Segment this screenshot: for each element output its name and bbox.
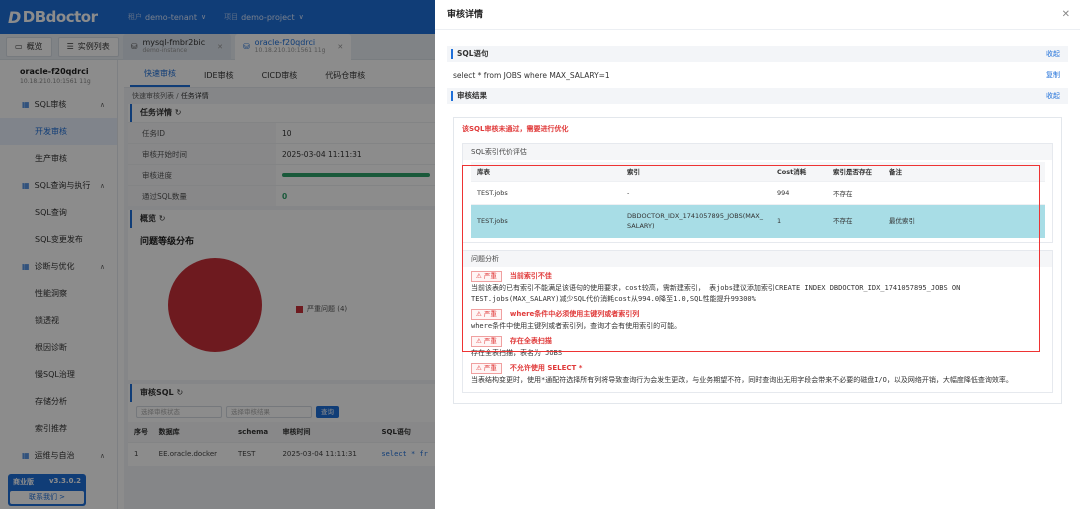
sql-section-header: SQL语句 收起	[447, 46, 1068, 62]
cell-note: 最优索引	[883, 203, 1045, 238]
cell-cost: 994	[771, 180, 827, 204]
section-title: 审核结果	[451, 91, 487, 101]
severity-tag: ⚠ 严重	[471, 336, 502, 347]
table-row-highlighted: TEST.jobs DBDOCTOR_IDX_1741057895_JOBS(M…	[471, 203, 1045, 238]
cell-table: TEST.jobs	[471, 180, 621, 204]
col-header: 备注	[883, 162, 1045, 181]
collapse-link[interactable]: 收起	[1046, 49, 1060, 59]
issue-item: ⚠ 严重 当前索引不佳 当前该表的已有索引不能满足该语句的使用要求，cost较高，…	[463, 267, 1052, 305]
issue-title: 当前索引不佳	[509, 272, 552, 280]
issue-desc: where条件中使用主键列或者索引列，查询才会有使用索引的可能。	[471, 322, 682, 330]
issue-title: where条件中必须使用主键列或者索引列	[509, 310, 640, 318]
sql-statement-row: select * from JOBS where MAX_SALARY=1 复制	[447, 62, 1068, 88]
fail-message: 该SQL审核未通过，需要进行优化	[462, 125, 569, 133]
issue-desc: 当前该表的已有索引不能满足该语句的使用要求，cost较高，需新建索引， 表job…	[471, 284, 961, 303]
cell-table: TEST.jobs	[471, 203, 621, 238]
sql-statement: select * from JOBS where MAX_SALARY=1	[453, 70, 610, 80]
issue-desc: 当表结构变更时，使用*通配符选择所有列将导致查询行为会发生更改，与业务期望不符，…	[471, 376, 1013, 384]
table-row: TEST.jobs - 994 不存在	[471, 180, 1045, 204]
issue-title: 不允许使用 SELECT *	[509, 364, 583, 372]
severity-tag: ⚠ 严重	[471, 363, 502, 374]
index-eval-box: SQL索引代价评估 库表 索引 Cost消耗 索引是否存在 备注 TEST.jo…	[462, 143, 1053, 243]
severity-label: 严重	[483, 364, 497, 372]
index-eval-title: SQL索引代价评估	[463, 144, 1052, 160]
issue-analysis-title: 问题分析	[463, 251, 1052, 267]
col-header: 索引是否存在	[827, 162, 883, 181]
severity-label: 严重	[483, 310, 497, 318]
cell-exists: 不存在	[827, 180, 883, 204]
copy-link[interactable]: 复制	[1046, 70, 1060, 80]
cell-index: -	[621, 180, 771, 204]
col-header: 索引	[621, 162, 771, 181]
index-eval-table: 库表 索引 Cost消耗 索引是否存在 备注 TEST.jobs - 994 不…	[471, 162, 1045, 238]
cell-exists: 不存在	[827, 203, 883, 238]
severity-tag: ⚠ 严重	[471, 271, 502, 282]
issue-desc: 存在全表扫描，表名为 JOBS	[471, 349, 563, 357]
drawer-header: 审核详情 ✕	[435, 0, 1080, 30]
issue-item: ⚠ 严重 where条件中必须使用主键列或者索引列 where条件中使用主键列或者…	[463, 305, 1052, 332]
audit-result-panel: 该SQL审核未通过，需要进行优化 SQL索引代价评估 库表 索引 Cost消耗 …	[453, 117, 1062, 404]
issue-item: ⚠ 严重 存在全表扫描 存在全表扫描，表名为 JOBS	[463, 332, 1052, 359]
severity-label: 严重	[483, 337, 497, 345]
cell-cost: 1	[771, 203, 827, 238]
issue-item: ⚠ 严重 不允许使用 SELECT * 当表结构变更时，使用*通配符选择所有列将导…	[463, 359, 1052, 392]
severity-tag: ⚠ 严重	[471, 309, 502, 320]
severity-label: 严重	[483, 272, 497, 280]
result-section-header: 审核结果 收起	[447, 88, 1068, 104]
collapse-link[interactable]: 收起	[1046, 91, 1060, 101]
cell-note	[883, 180, 1045, 204]
cell-index: DBDOCTOR_IDX_1741057895_JOBS(MAX_SALARY)	[621, 203, 771, 238]
table-header: 库表 索引 Cost消耗 索引是否存在 备注	[471, 162, 1045, 181]
drawer-title: 审核详情	[447, 10, 484, 20]
close-icon[interactable]: ✕	[1062, 0, 1070, 30]
col-header: 库表	[471, 162, 621, 181]
section-title: SQL语句	[451, 49, 489, 59]
issue-analysis-box: 问题分析 ⚠ 严重 当前索引不佳 当前该表的已有索引不能满足该语句的使用要求，co…	[462, 250, 1053, 393]
col-header: Cost消耗	[771, 162, 827, 181]
audit-detail-drawer: 审核详情 ✕ SQL语句 收起 select * from JOBS where M…	[435, 0, 1080, 509]
modal-overlay[interactable]	[0, 0, 435, 509]
issue-title: 存在全表扫描	[509, 337, 552, 345]
